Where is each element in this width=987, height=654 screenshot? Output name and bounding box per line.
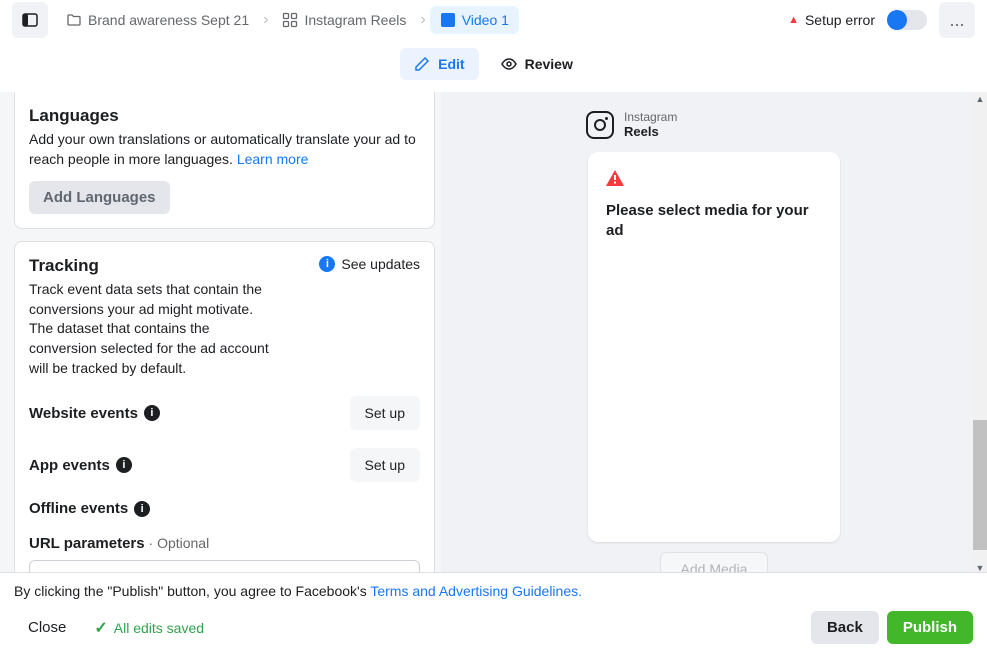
publish-button[interactable]: Publish bbox=[887, 611, 973, 644]
chevron-right-icon: › bbox=[261, 11, 270, 29]
tab-edit[interactable]: Edit bbox=[400, 48, 478, 80]
breadcrumb-ad-label: Video 1 bbox=[462, 12, 509, 28]
info-icon: i bbox=[319, 256, 335, 272]
eye-icon bbox=[501, 56, 517, 72]
more-options-button[interactable]: ... bbox=[939, 2, 975, 38]
footer: By clicking the "Publish" button, you ag… bbox=[0, 572, 987, 654]
tab-review-label: Review bbox=[525, 56, 573, 72]
toggle-knob bbox=[887, 10, 907, 30]
preview-warning-text: Please select media for your ad bbox=[606, 201, 822, 242]
info-icon[interactable]: i bbox=[116, 457, 132, 473]
languages-description: Add your own translations or automatical… bbox=[29, 130, 420, 169]
error-triangle-icon: ▲ bbox=[788, 14, 799, 26]
terms-link[interactable]: Terms and Advertising Guidelines. bbox=[370, 583, 582, 599]
scrollbar[interactable]: ▲ ▼ bbox=[973, 92, 987, 575]
saved-indicator: ✓ All edits saved bbox=[94, 618, 204, 638]
more-icon: ... bbox=[949, 10, 964, 31]
breadcrumb-campaign-label: Brand awareness Sept 21 bbox=[88, 12, 249, 28]
preview-header: Instagram Reels bbox=[584, 110, 844, 140]
panel-toggle-button[interactable] bbox=[12, 2, 48, 38]
see-updates-link[interactable]: i See updates bbox=[319, 256, 420, 272]
setup-error-indicator[interactable]: ▲ Setup error bbox=[788, 12, 875, 28]
status-toggle[interactable] bbox=[887, 10, 927, 30]
url-parameters-label: URL parameters bbox=[29, 535, 145, 552]
tab-edit-label: Edit bbox=[438, 56, 464, 72]
instagram-icon bbox=[586, 111, 614, 139]
app-events-label: App events i bbox=[29, 457, 132, 474]
add-languages-button[interactable]: Add Languages bbox=[29, 181, 170, 214]
publish-disclaimer: By clicking the "Publish" button, you ag… bbox=[14, 583, 973, 599]
languages-card: Languages Add your own translations or a… bbox=[14, 92, 435, 229]
tab-review[interactable]: Review bbox=[487, 48, 587, 80]
preview-platform-label: Instagram bbox=[624, 110, 677, 124]
grid-icon bbox=[282, 12, 298, 28]
warning-icon bbox=[606, 170, 822, 191]
offline-events-label: Offline events i bbox=[29, 500, 150, 517]
tracking-card: i See updates Tracking Track event data … bbox=[14, 241, 435, 575]
info-icon[interactable]: i bbox=[144, 405, 160, 421]
website-events-label: Website events i bbox=[29, 405, 160, 422]
breadcrumb-adset[interactable]: Instagram Reels bbox=[272, 6, 416, 34]
ad-preview-card: Please select media for your ad bbox=[588, 152, 840, 542]
breadcrumb-campaign[interactable]: Brand awareness Sept 21 bbox=[56, 6, 259, 34]
scroll-thumb[interactable] bbox=[973, 420, 987, 550]
folder-icon bbox=[66, 12, 82, 28]
scroll-up-arrow-icon[interactable]: ▲ bbox=[973, 92, 987, 106]
breadcrumb: Brand awareness Sept 21 › Instagram Reel… bbox=[56, 6, 780, 34]
ad-icon bbox=[440, 12, 456, 28]
breadcrumb-adset-label: Instagram Reels bbox=[304, 12, 406, 28]
learn-more-link[interactable]: Learn more bbox=[237, 151, 309, 167]
pencil-icon bbox=[414, 56, 430, 72]
back-button[interactable]: Back bbox=[811, 611, 879, 644]
languages-title: Languages bbox=[29, 106, 420, 126]
info-icon[interactable]: i bbox=[134, 501, 150, 517]
setup-error-label: Setup error bbox=[805, 12, 875, 28]
close-button[interactable]: Close bbox=[14, 611, 80, 644]
app-events-setup-button[interactable]: Set up bbox=[350, 448, 420, 482]
check-icon: ✓ bbox=[94, 618, 107, 638]
chevron-right-icon: › bbox=[418, 11, 427, 29]
breadcrumb-ad[interactable]: Video 1 bbox=[430, 6, 519, 34]
panel-icon bbox=[22, 12, 38, 28]
tracking-description: Track event data sets that contain the c… bbox=[29, 280, 279, 378]
website-events-setup-button[interactable]: Set up bbox=[350, 396, 420, 430]
preview-placement-label: Reels bbox=[624, 124, 677, 140]
